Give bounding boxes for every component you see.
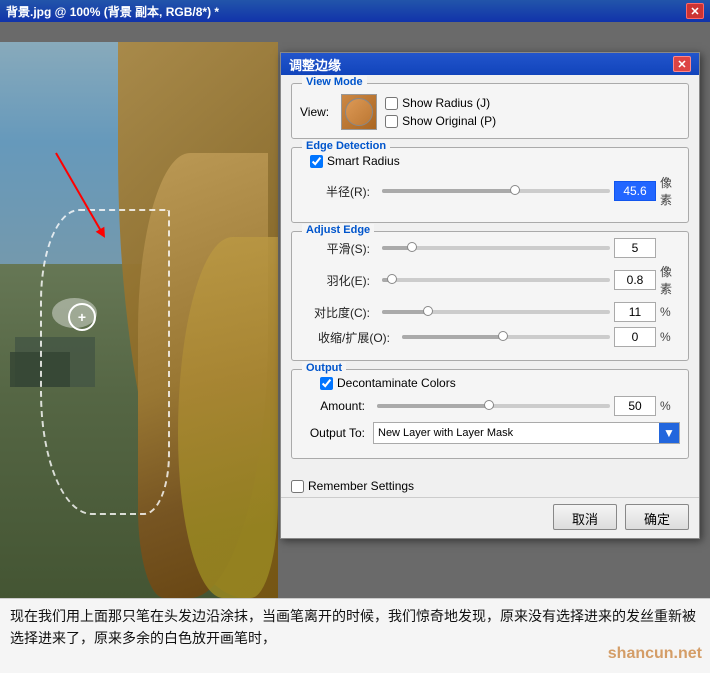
edge-detection-label: Edge Detection — [302, 140, 390, 152]
shift-row: 收缩/扩展(O): 0 % — [300, 327, 680, 347]
smooth-row: 平滑(S): 5 — [300, 238, 680, 258]
smooth-label: 平滑(S): — [300, 240, 370, 257]
shift-unit: % — [660, 330, 680, 344]
smart-radius-row: Smart Radius — [300, 154, 680, 168]
ps-titlebar: 背景.jpg @ 100% (背景 副本, RGB/8*) * ✕ — [0, 0, 710, 22]
radius-slider-fill — [382, 189, 519, 193]
decontaminate-checkbox[interactable] — [320, 377, 333, 390]
shift-value-input[interactable]: 0 — [614, 327, 656, 347]
adjust-edge-section: Adjust Edge 平滑(S): 5 羽化(E): — [291, 231, 689, 361]
adjust-edge-label: Adjust Edge — [302, 224, 374, 236]
shift-slider-thumb[interactable] — [498, 331, 508, 341]
smart-radius-checkbox[interactable] — [310, 155, 323, 168]
show-radius-checkbox[interactable] — [385, 97, 398, 110]
cancel-button[interactable]: 取消 — [553, 504, 617, 530]
smooth-value-input[interactable]: 5 — [614, 238, 656, 258]
radius-row: 半径(R): 45.6 像素 — [300, 174, 680, 208]
bottom-description: 现在我们用上面那只笔在头发边沿涂抹，当画笔离开的时候，我们惊奇地发现，原来没有选… — [10, 608, 696, 646]
ps-close-btn[interactable]: ✕ — [686, 3, 704, 19]
remember-label: Remember Settings — [308, 479, 414, 493]
show-original-checkbox[interactable] — [385, 115, 398, 128]
ps-window: + 🔍 ✋ 调整边缘 ✕ View Mode View: — [0, 22, 710, 673]
bottom-text-area: 现在我们用上面那只笔在头发边沿涂抹，当画笔离开的时候，我们惊奇地发现，原来没有选… — [0, 598, 710, 673]
output-to-label: Output To: — [300, 426, 365, 440]
view-text: View: — [300, 105, 329, 119]
amount-label: Amount: — [300, 399, 365, 413]
view-mode-section: View Mode View: Show Radius (J) Show O — [291, 83, 689, 139]
smart-radius-label: Smart Radius — [327, 154, 400, 168]
contrast-value-input[interactable]: 11 — [614, 302, 656, 322]
amount-slider-fill — [377, 404, 494, 408]
amount-slider-track[interactable] — [377, 404, 610, 408]
feather-row: 羽化(E): 0.8 像素 — [300, 263, 680, 297]
feather-slider-track[interactable] — [382, 278, 610, 282]
feather-value-input[interactable]: 0.8 — [614, 270, 656, 290]
show-original-label: Show Original (P) — [402, 114, 496, 128]
amount-slider-thumb[interactable] — [484, 400, 494, 410]
view-mode-row: View: Show Radius (J) Show Original (P) — [300, 94, 680, 130]
show-radius-label: Show Radius (J) — [402, 96, 490, 110]
shift-slider-fill — [402, 335, 506, 339]
feather-label: 羽化(E): — [300, 272, 370, 289]
contrast-slider-track[interactable] — [382, 310, 610, 314]
show-original-row: Show Original (P) — [385, 114, 496, 128]
adjust-edge-dialog: 调整边缘 ✕ View Mode View: Show Radius (J) — [280, 52, 700, 539]
amount-unit: % — [660, 399, 680, 413]
canvas-background: + — [0, 42, 278, 598]
output-to-value: New Layer with Layer Mask — [378, 427, 675, 439]
amount-row: Amount: 50 % — [300, 396, 680, 416]
output-to-row: Output To: New Layer with Layer Mask ▼ — [300, 422, 680, 444]
radius-slider-thumb[interactable] — [510, 185, 520, 195]
canvas-area: + — [0, 42, 278, 598]
watermark: shancun.net — [608, 641, 702, 667]
ps-title: 背景.jpg @ 100% (背景 副本, RGB/8*) * — [6, 3, 686, 20]
radius-label: 半径(R): — [300, 183, 370, 200]
radius-unit: 像素 — [660, 174, 680, 208]
dialog-content: View Mode View: Show Radius (J) Show O — [281, 75, 699, 475]
view-thumbnail-inner — [345, 98, 373, 126]
decontaminate-label: Decontaminate Colors — [337, 376, 456, 390]
dialog-titlebar: 调整边缘 ✕ — [281, 53, 699, 75]
decontaminate-row: Decontaminate Colors — [300, 376, 680, 390]
view-checkboxes: Show Radius (J) Show Original (P) — [385, 96, 496, 128]
edge-detection-section: Edge Detection Smart Radius 半径(R): 45.6 … — [291, 147, 689, 223]
view-thumbnail[interactable] — [341, 94, 377, 130]
view-mode-label: View Mode — [302, 76, 367, 88]
radius-slider-track[interactable] — [382, 189, 610, 193]
output-label: Output — [302, 362, 346, 374]
shift-label: 收缩/扩展(O): — [300, 329, 390, 346]
feather-unit: 像素 — [660, 263, 680, 297]
dialog-title: 调整边缘 — [289, 55, 673, 74]
dropdown-arrow-icon[interactable]: ▼ — [659, 423, 679, 443]
radius-value-input[interactable]: 45.6 — [614, 181, 656, 201]
feather-slider-thumb[interactable] — [387, 274, 397, 284]
contrast-row: 对比度(C): 11 % — [300, 302, 680, 322]
contrast-unit: % — [660, 305, 680, 319]
output-section: Output Decontaminate Colors Amount: 50 % — [291, 369, 689, 459]
dialog-close-btn[interactable]: ✕ — [673, 56, 691, 72]
remember-settings-row: Remember Settings — [281, 475, 699, 497]
contrast-label: 对比度(C): — [300, 304, 370, 321]
dialog-footer: 取消 确定 — [281, 497, 699, 538]
selection-border — [40, 209, 170, 515]
show-radius-row: Show Radius (J) — [385, 96, 496, 110]
smooth-slider-thumb[interactable] — [407, 242, 417, 252]
contrast-slider-thumb[interactable] — [423, 306, 433, 316]
ok-button[interactable]: 确定 — [625, 504, 689, 530]
amount-value-input[interactable]: 50 — [614, 396, 656, 416]
remember-checkbox[interactable] — [291, 480, 304, 493]
output-to-select[interactable]: New Layer with Layer Mask ▼ — [373, 422, 680, 444]
shift-slider-track[interactable] — [402, 335, 610, 339]
smooth-slider-track[interactable] — [382, 246, 610, 250]
